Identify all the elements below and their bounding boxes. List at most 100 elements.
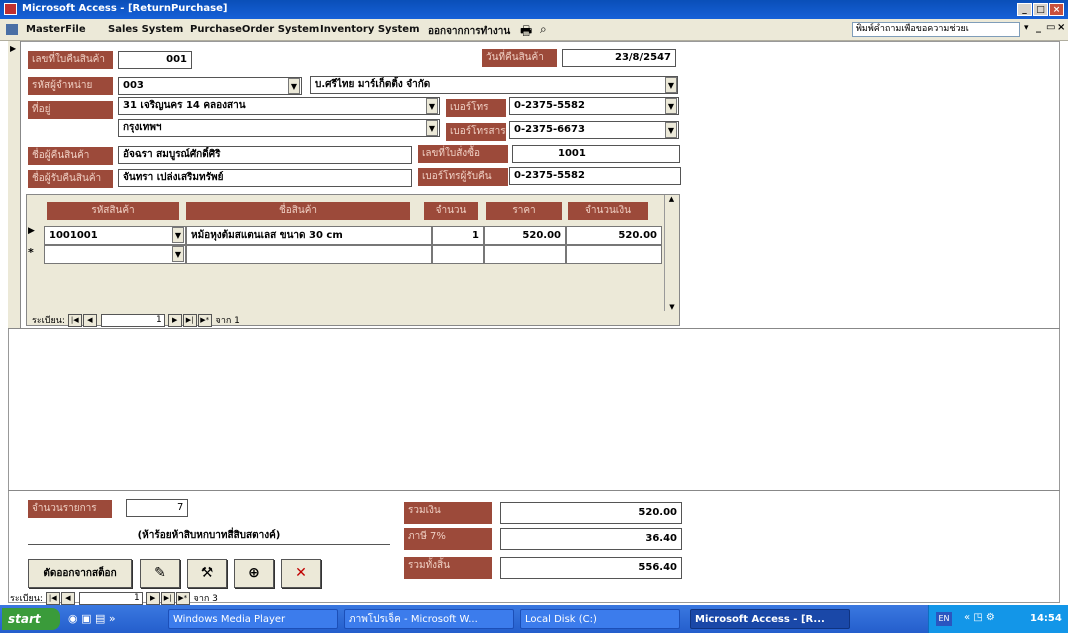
doc-restore-button[interactable]: ▭ — [1046, 22, 1055, 33]
address-line2-combo[interactable]: กรุงเทพฯ — [118, 119, 440, 137]
fax-dropdown-icon[interactable]: ▼ — [665, 122, 677, 138]
edit-record-button[interactable]: ✎ — [140, 559, 180, 588]
main-nav-current-record[interactable]: 1 — [78, 592, 143, 605]
quick-launch-icons[interactable]: ◉ ▣ ▤ » — [68, 612, 116, 625]
new-row-qty-field[interactable] — [432, 245, 484, 264]
nav-next-button[interactable]: ▶ — [167, 314, 182, 327]
maximize-button[interactable]: □ — [1033, 3, 1048, 16]
phone-combo[interactable]: 0-2375-5582 — [509, 97, 679, 115]
purchase-order-field[interactable]: 1001 — [512, 145, 680, 163]
section-divider — [8, 328, 1060, 329]
receiver-phone-field[interactable]: 0-2375-5582 — [509, 167, 681, 185]
total-label: รวมทั้งสิ้น — [404, 557, 492, 579]
return-by-label: ชื่อผู้คืนสินค้า — [28, 147, 113, 165]
main-nav-first-button[interactable]: |◀ — [45, 592, 60, 605]
main-nav-last-button[interactable]: ▶| — [160, 592, 175, 605]
row-price-field[interactable]: 520.00 — [484, 226, 566, 245]
nav-last-button[interactable]: ▶| — [182, 314, 197, 327]
taskbar-item-word[interactable]: ภาพโปรเจ็ค - Microsoft W... — [344, 609, 514, 629]
record-selector[interactable]: ▶ — [8, 41, 21, 328]
form-icon — [6, 24, 18, 35]
main-nav-next-button[interactable]: ▶ — [145, 592, 160, 605]
main-nav-new-button[interactable]: ▶* — [175, 592, 190, 605]
main-nav-label: ระเบียน: — [10, 594, 43, 604]
nav-new-button[interactable]: ▶* — [197, 314, 212, 327]
new-row-dropdown-icon[interactable]: ▼ — [172, 246, 184, 262]
doc-no-field[interactable]: 001 — [118, 51, 192, 69]
vat-label: ภาษี 7% — [404, 528, 492, 550]
receiver-label: ชื่อผู้รับคืนสินค้า — [28, 170, 113, 188]
main-nav-prev-button[interactable]: ◀ — [60, 592, 75, 605]
close-button[interactable]: × — [1049, 3, 1064, 16]
doc-minimize-button[interactable]: _ — [1036, 22, 1041, 33]
col-header-amount[interactable]: จำนวนเงิน — [568, 202, 648, 220]
new-row-code-combo[interactable] — [44, 245, 186, 264]
row-code-combo[interactable]: 1001001 — [44, 226, 186, 245]
total-field[interactable]: 556.40 — [500, 557, 682, 579]
row-qty-field[interactable]: 1 — [432, 226, 484, 245]
nav-first-button[interactable]: |◀ — [67, 314, 82, 327]
start-button[interactable]: start — [2, 608, 60, 630]
tools-button[interactable]: ⚒ — [187, 559, 227, 588]
col-header-name[interactable]: ชื่อสินค้า — [186, 202, 410, 220]
new-row-name-field[interactable] — [186, 245, 432, 264]
col-header-qty[interactable]: จำนวน — [424, 202, 478, 220]
language-indicator[interactable]: EN — [936, 612, 952, 626]
subform-record-navigator: ระเบียน: |◀ ◀ 1 ▶ ▶| ▶* จาก 1 — [32, 313, 240, 327]
address-line1-combo[interactable]: 31 เจริญนคร 14 คลองสาน — [118, 97, 440, 115]
col-header-price[interactable]: ราคา — [486, 202, 562, 220]
help-dropdown-icon[interactable]: ▾ — [1024, 23, 1029, 33]
doc-close-button[interactable]: × — [1057, 22, 1065, 33]
tray-icons[interactable]: « ◳ ⚙ — [964, 612, 995, 623]
count-field[interactable]: 7 — [126, 499, 188, 517]
row-amount-field[interactable]: 520.00 — [566, 226, 662, 245]
nav-current-record[interactable]: 1 — [100, 314, 165, 327]
menu-purchaseorder-system[interactable]: PurchaseOrder System — [190, 24, 319, 35]
add-record-button[interactable]: ⊕ — [234, 559, 274, 588]
scroll-up-icon[interactable]: ▲ — [665, 195, 678, 203]
taskbar-item-media-player[interactable]: Windows Media Player — [168, 609, 338, 629]
minimize-button[interactable]: _ — [1017, 3, 1032, 16]
vat-field[interactable]: 36.40 — [500, 528, 682, 550]
phone-dropdown-icon[interactable]: ▼ — [665, 98, 677, 114]
scroll-down-icon[interactable]: ▼ — [665, 303, 679, 311]
row-name-field[interactable]: หม้อหุงต้มสแตนเลส ขนาด 30 cm — [186, 226, 432, 245]
row-code-dropdown-icon[interactable]: ▼ — [172, 227, 184, 243]
taskbar-item-access[interactable]: Microsoft Access - [R... — [690, 609, 850, 629]
subtotal-field[interactable]: 520.00 — [500, 502, 682, 524]
main-record-navigator: ระเบียน: |◀ ◀ 1 ▶ ▶| ▶* จาก 3 — [10, 591, 218, 605]
main-nav-total: จาก 3 — [193, 594, 218, 604]
print-preview-icon[interactable]: ⌕ — [540, 22, 547, 37]
taskbar-item-local-disk[interactable]: Local Disk (C:) — [520, 609, 680, 629]
address-line1-dropdown-icon[interactable]: ▼ — [426, 98, 438, 114]
access-app-icon[interactable] — [4, 3, 17, 15]
receiver-field[interactable]: จันทรา เปล่งเสริมทรัพย์ — [118, 169, 412, 187]
taskbar: start ◉ ▣ ▤ » Windows Media Player ภาพโป… — [0, 605, 1068, 633]
footer-divider — [8, 490, 1060, 491]
cut-stock-button[interactable]: ตัดออกจากสต็อก — [28, 559, 132, 588]
subform-nav-label: ระเบียน: — [32, 316, 65, 326]
menu-sales-system[interactable]: Sales System — [108, 24, 183, 35]
address-line2-dropdown-icon[interactable]: ▼ — [426, 120, 438, 136]
title-bar: Microsoft Access - [ReturnPurchase] _ □ … — [0, 0, 1068, 19]
return-date-field[interactable]: 23/8/2547 — [562, 49, 676, 67]
current-row-indicator: ▶ — [28, 226, 35, 236]
delete-record-button[interactable]: ✕ — [281, 559, 321, 588]
help-search-input[interactable]: พิมพ์คำถามเพื่อขอความช่วยเ — [852, 22, 1020, 37]
phone-label: เบอร์โทร — [446, 99, 506, 117]
supplier-name-dropdown-icon[interactable]: ▼ — [665, 77, 677, 93]
menu-masterfile[interactable]: MasterFile — [26, 24, 86, 35]
return-by-field[interactable]: อัจฉรา สมบูรณ์ศักดิ์ศิริ — [118, 146, 412, 164]
supplier-code-combo[interactable]: 003 — [118, 77, 302, 95]
menu-exit[interactable]: ออกจากการทำงาน — [428, 24, 510, 39]
col-header-code[interactable]: รหัสสินค้า — [47, 202, 179, 220]
fax-combo[interactable]: 0-2375-6673 — [509, 121, 679, 139]
new-row-price-field[interactable] — [484, 245, 566, 264]
return-date-label: วันที่คืนสินค้า — [482, 49, 557, 67]
nav-prev-button[interactable]: ◀ — [82, 314, 97, 327]
menu-inventory-system[interactable]: Inventory System — [320, 24, 420, 35]
supplier-name-combo[interactable]: บ.ศรีไทย มาร์เก็ตติ้ง จำกัด — [310, 76, 678, 94]
subform-scrollbar[interactable]: ▲ ▼ — [664, 195, 678, 311]
supplier-code-dropdown-icon[interactable]: ▼ — [288, 78, 300, 94]
new-row-amount-field[interactable] — [566, 245, 662, 264]
